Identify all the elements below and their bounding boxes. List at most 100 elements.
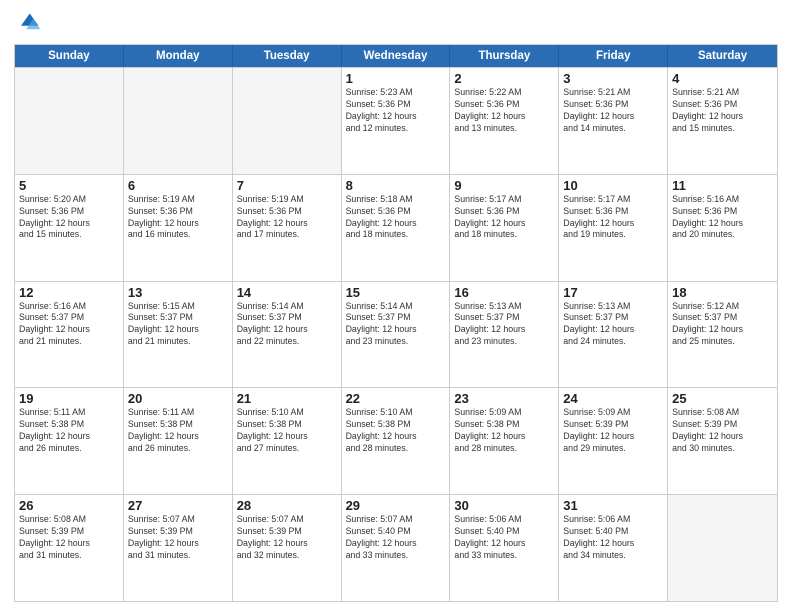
day-number: 24 — [563, 391, 663, 406]
calendar-cell — [668, 495, 777, 601]
day-info: Sunrise: 5:08 AM Sunset: 5:39 PM Dayligh… — [19, 514, 119, 562]
day-info: Sunrise: 5:09 AM Sunset: 5:39 PM Dayligh… — [563, 407, 663, 455]
logo-icon — [14, 10, 42, 38]
calendar-header: SundayMondayTuesdayWednesdayThursdayFrid… — [15, 45, 777, 67]
day-info: Sunrise: 5:22 AM Sunset: 5:36 PM Dayligh… — [454, 87, 554, 135]
day-info: Sunrise: 5:13 AM Sunset: 5:37 PM Dayligh… — [563, 301, 663, 349]
calendar-cell: 30Sunrise: 5:06 AM Sunset: 5:40 PM Dayli… — [450, 495, 559, 601]
day-info: Sunrise: 5:17 AM Sunset: 5:36 PM Dayligh… — [563, 194, 663, 242]
weekday-header-friday: Friday — [559, 45, 668, 67]
day-number: 22 — [346, 391, 446, 406]
calendar-cell: 27Sunrise: 5:07 AM Sunset: 5:39 PM Dayli… — [124, 495, 233, 601]
day-info: Sunrise: 5:14 AM Sunset: 5:37 PM Dayligh… — [346, 301, 446, 349]
day-info: Sunrise: 5:20 AM Sunset: 5:36 PM Dayligh… — [19, 194, 119, 242]
calendar-cell: 22Sunrise: 5:10 AM Sunset: 5:38 PM Dayli… — [342, 388, 451, 494]
calendar-body: 1Sunrise: 5:23 AM Sunset: 5:36 PM Daylig… — [15, 67, 777, 601]
calendar-row-2: 12Sunrise: 5:16 AM Sunset: 5:37 PM Dayli… — [15, 281, 777, 388]
day-number: 16 — [454, 285, 554, 300]
day-number: 13 — [128, 285, 228, 300]
day-info: Sunrise: 5:11 AM Sunset: 5:38 PM Dayligh… — [128, 407, 228, 455]
day-number: 21 — [237, 391, 337, 406]
calendar-cell: 11Sunrise: 5:16 AM Sunset: 5:36 PM Dayli… — [668, 175, 777, 281]
day-number: 12 — [19, 285, 119, 300]
day-info: Sunrise: 5:18 AM Sunset: 5:36 PM Dayligh… — [346, 194, 446, 242]
day-info: Sunrise: 5:19 AM Sunset: 5:36 PM Dayligh… — [128, 194, 228, 242]
calendar-cell: 23Sunrise: 5:09 AM Sunset: 5:38 PM Dayli… — [450, 388, 559, 494]
weekday-header-saturday: Saturday — [668, 45, 777, 67]
day-number: 6 — [128, 178, 228, 193]
calendar-cell: 5Sunrise: 5:20 AM Sunset: 5:36 PM Daylig… — [15, 175, 124, 281]
day-info: Sunrise: 5:15 AM Sunset: 5:37 PM Dayligh… — [128, 301, 228, 349]
weekday-header-monday: Monday — [124, 45, 233, 67]
day-number: 7 — [237, 178, 337, 193]
day-number: 29 — [346, 498, 446, 513]
calendar-cell: 14Sunrise: 5:14 AM Sunset: 5:37 PM Dayli… — [233, 282, 342, 388]
calendar-cell: 3Sunrise: 5:21 AM Sunset: 5:36 PM Daylig… — [559, 68, 668, 174]
day-info: Sunrise: 5:21 AM Sunset: 5:36 PM Dayligh… — [563, 87, 663, 135]
weekday-header-sunday: Sunday — [15, 45, 124, 67]
day-info: Sunrise: 5:08 AM Sunset: 5:39 PM Dayligh… — [672, 407, 773, 455]
day-number: 28 — [237, 498, 337, 513]
calendar-row-4: 26Sunrise: 5:08 AM Sunset: 5:39 PM Dayli… — [15, 494, 777, 601]
day-number: 19 — [19, 391, 119, 406]
day-info: Sunrise: 5:19 AM Sunset: 5:36 PM Dayligh… — [237, 194, 337, 242]
day-number: 8 — [346, 178, 446, 193]
day-info: Sunrise: 5:10 AM Sunset: 5:38 PM Dayligh… — [346, 407, 446, 455]
day-number: 27 — [128, 498, 228, 513]
calendar-cell: 24Sunrise: 5:09 AM Sunset: 5:39 PM Dayli… — [559, 388, 668, 494]
weekday-header-thursday: Thursday — [450, 45, 559, 67]
calendar-cell: 4Sunrise: 5:21 AM Sunset: 5:36 PM Daylig… — [668, 68, 777, 174]
page: SundayMondayTuesdayWednesdayThursdayFrid… — [0, 0, 792, 612]
day-info: Sunrise: 5:21 AM Sunset: 5:36 PM Dayligh… — [672, 87, 773, 135]
day-number: 31 — [563, 498, 663, 513]
weekday-header-wednesday: Wednesday — [342, 45, 451, 67]
day-number: 23 — [454, 391, 554, 406]
calendar-cell — [233, 68, 342, 174]
day-number: 1 — [346, 71, 446, 86]
calendar-cell: 15Sunrise: 5:14 AM Sunset: 5:37 PM Dayli… — [342, 282, 451, 388]
logo — [14, 10, 46, 38]
day-info: Sunrise: 5:16 AM Sunset: 5:36 PM Dayligh… — [672, 194, 773, 242]
day-number: 4 — [672, 71, 773, 86]
day-number: 30 — [454, 498, 554, 513]
calendar-cell: 7Sunrise: 5:19 AM Sunset: 5:36 PM Daylig… — [233, 175, 342, 281]
calendar-cell: 13Sunrise: 5:15 AM Sunset: 5:37 PM Dayli… — [124, 282, 233, 388]
day-info: Sunrise: 5:14 AM Sunset: 5:37 PM Dayligh… — [237, 301, 337, 349]
calendar-cell: 8Sunrise: 5:18 AM Sunset: 5:36 PM Daylig… — [342, 175, 451, 281]
calendar-cell: 16Sunrise: 5:13 AM Sunset: 5:37 PM Dayli… — [450, 282, 559, 388]
calendar-cell — [124, 68, 233, 174]
calendar-cell: 9Sunrise: 5:17 AM Sunset: 5:36 PM Daylig… — [450, 175, 559, 281]
day-info: Sunrise: 5:06 AM Sunset: 5:40 PM Dayligh… — [454, 514, 554, 562]
day-number: 9 — [454, 178, 554, 193]
day-number: 15 — [346, 285, 446, 300]
day-number: 2 — [454, 71, 554, 86]
day-info: Sunrise: 5:17 AM Sunset: 5:36 PM Dayligh… — [454, 194, 554, 242]
calendar-cell: 29Sunrise: 5:07 AM Sunset: 5:40 PM Dayli… — [342, 495, 451, 601]
day-number: 25 — [672, 391, 773, 406]
day-number: 20 — [128, 391, 228, 406]
calendar-cell: 18Sunrise: 5:12 AM Sunset: 5:37 PM Dayli… — [668, 282, 777, 388]
day-info: Sunrise: 5:10 AM Sunset: 5:38 PM Dayligh… — [237, 407, 337, 455]
day-info: Sunrise: 5:07 AM Sunset: 5:40 PM Dayligh… — [346, 514, 446, 562]
header — [14, 10, 778, 38]
day-info: Sunrise: 5:06 AM Sunset: 5:40 PM Dayligh… — [563, 514, 663, 562]
day-number: 14 — [237, 285, 337, 300]
calendar-cell: 19Sunrise: 5:11 AM Sunset: 5:38 PM Dayli… — [15, 388, 124, 494]
calendar-cell: 25Sunrise: 5:08 AM Sunset: 5:39 PM Dayli… — [668, 388, 777, 494]
day-info: Sunrise: 5:12 AM Sunset: 5:37 PM Dayligh… — [672, 301, 773, 349]
day-number: 11 — [672, 178, 773, 193]
calendar-row-0: 1Sunrise: 5:23 AM Sunset: 5:36 PM Daylig… — [15, 67, 777, 174]
day-info: Sunrise: 5:09 AM Sunset: 5:38 PM Dayligh… — [454, 407, 554, 455]
calendar-cell: 21Sunrise: 5:10 AM Sunset: 5:38 PM Dayli… — [233, 388, 342, 494]
calendar-cell: 31Sunrise: 5:06 AM Sunset: 5:40 PM Dayli… — [559, 495, 668, 601]
calendar-row-1: 5Sunrise: 5:20 AM Sunset: 5:36 PM Daylig… — [15, 174, 777, 281]
calendar-cell — [15, 68, 124, 174]
day-number: 17 — [563, 285, 663, 300]
weekday-header-tuesday: Tuesday — [233, 45, 342, 67]
day-number: 26 — [19, 498, 119, 513]
calendar-cell: 26Sunrise: 5:08 AM Sunset: 5:39 PM Dayli… — [15, 495, 124, 601]
day-number: 3 — [563, 71, 663, 86]
day-info: Sunrise: 5:11 AM Sunset: 5:38 PM Dayligh… — [19, 407, 119, 455]
calendar-cell: 2Sunrise: 5:22 AM Sunset: 5:36 PM Daylig… — [450, 68, 559, 174]
calendar-cell: 6Sunrise: 5:19 AM Sunset: 5:36 PM Daylig… — [124, 175, 233, 281]
